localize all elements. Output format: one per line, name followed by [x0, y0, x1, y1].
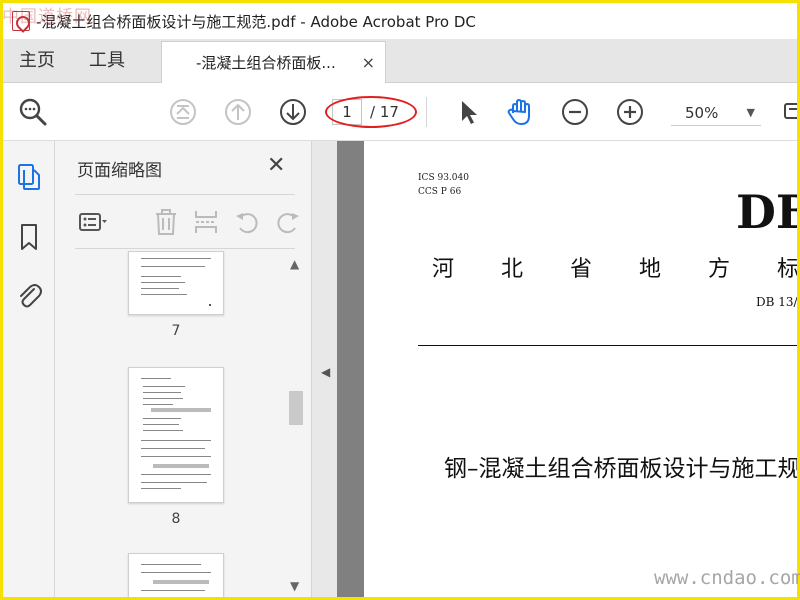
thumbnail-list: 7 8: [55, 251, 285, 597]
divider: [75, 248, 295, 249]
horizontal-rule: [418, 345, 797, 346]
page-thumbnail-label: 8: [171, 511, 181, 527]
page-thumbnail-label: 7: [171, 323, 181, 339]
standard-header: DB: [736, 185, 797, 239]
panel-title: 页面缩略图: [77, 161, 162, 181]
page-thumbnail-7[interactable]: [128, 251, 224, 315]
hand-tool-icon[interactable]: [503, 95, 537, 129]
navigation-rail: [3, 141, 55, 597]
province-standard-line: 河北省地方标: [432, 257, 797, 282]
thumbnails-panel: 页面缩略图 ✕ 7 8 ▲ ▼: [55, 141, 311, 597]
thumbnail-scrollbar[interactable]: ▲ ▼: [287, 253, 305, 597]
acrobat-logo-icon: [12, 11, 30, 31]
zoom-in-icon[interactable]: [613, 95, 647, 129]
ccs-code: CCS P 66: [418, 187, 462, 197]
title-bar: -混凝土组合桥面板设计与施工规范.pdf - Adobe Acrobat Pro…: [3, 3, 797, 39]
document-view[interactable]: ICS 93.040 CCS P 66 DB 河北省地方标 DB 13/ 钢–混…: [337, 141, 797, 597]
home-tab[interactable]: 主页: [19, 39, 55, 83]
tab-bar: 主页 工具 -混凝土组合桥面板... ×: [3, 39, 797, 83]
search-icon[interactable]: [16, 95, 50, 129]
select-cursor-icon[interactable]: [451, 95, 485, 129]
document-tab[interactable]: -混凝土组合桥面板... ×: [161, 41, 386, 83]
acrobat-window: -混凝土组合桥面板设计与施工规范.pdf - Adobe Acrobat Pro…: [3, 3, 797, 597]
chevron-down-icon: ▼: [746, 106, 755, 119]
standard-number: DB 13/: [756, 295, 797, 309]
first-page-icon[interactable]: [166, 95, 200, 129]
panel-splitter[interactable]: ◀: [311, 141, 337, 597]
options-menu-icon[interactable]: [77, 207, 107, 237]
page-thumbnail-8[interactable]: [128, 367, 224, 503]
tools-tab[interactable]: 工具: [89, 39, 125, 83]
rotate-counterclockwise-icon[interactable]: [232, 207, 262, 237]
panel-toolbar: [75, 201, 305, 243]
rotate-clockwise-icon[interactable]: [273, 207, 303, 237]
zoom-select[interactable]: 50% ▼: [671, 100, 761, 126]
next-page-icon[interactable]: [276, 95, 310, 129]
toolbar: 1 / 17 50% ▼: [3, 83, 797, 141]
delete-page-icon[interactable]: [151, 207, 181, 237]
scroll-thumb[interactable]: [289, 391, 303, 425]
page-thumbnail-9[interactable]: [128, 553, 224, 597]
ics-code: ICS 93.040: [418, 173, 469, 183]
red-highlight-ellipse: [325, 96, 417, 128]
tab-close-icon[interactable]: ×: [362, 53, 375, 72]
extract-pages-icon[interactable]: [191, 207, 221, 237]
previous-page-icon[interactable]: [221, 95, 255, 129]
comment-tool-icon[interactable]: [777, 95, 797, 129]
page-thumbnails-icon[interactable]: [13, 161, 45, 193]
toolbar-divider: [426, 97, 427, 127]
panel-close-icon[interactable]: ✕: [267, 153, 285, 178]
document-tab-title: -混凝土组合桥面板...: [196, 54, 336, 72]
scroll-up-icon[interactable]: ▲: [290, 257, 299, 271]
divider: [75, 194, 295, 195]
site-url-watermark: www.cndao.com: [654, 567, 800, 589]
attachments-icon[interactable]: [13, 279, 45, 311]
collapse-panel-icon[interactable]: ◀: [321, 365, 330, 379]
bookmarks-icon[interactable]: [13, 221, 45, 253]
window-title: -混凝土组合桥面板设计与施工规范.pdf - Adobe Acrobat Pro…: [36, 12, 476, 31]
document-title: 钢–混凝土组合桥面板设计与施工规: [444, 456, 797, 482]
document-page: ICS 93.040 CCS P 66 DB 河北省地方标 DB 13/ 钢–混…: [364, 141, 797, 597]
zoom-value: 50%: [685, 103, 719, 122]
zoom-out-icon[interactable]: [558, 95, 592, 129]
scroll-down-icon[interactable]: ▼: [290, 579, 299, 593]
